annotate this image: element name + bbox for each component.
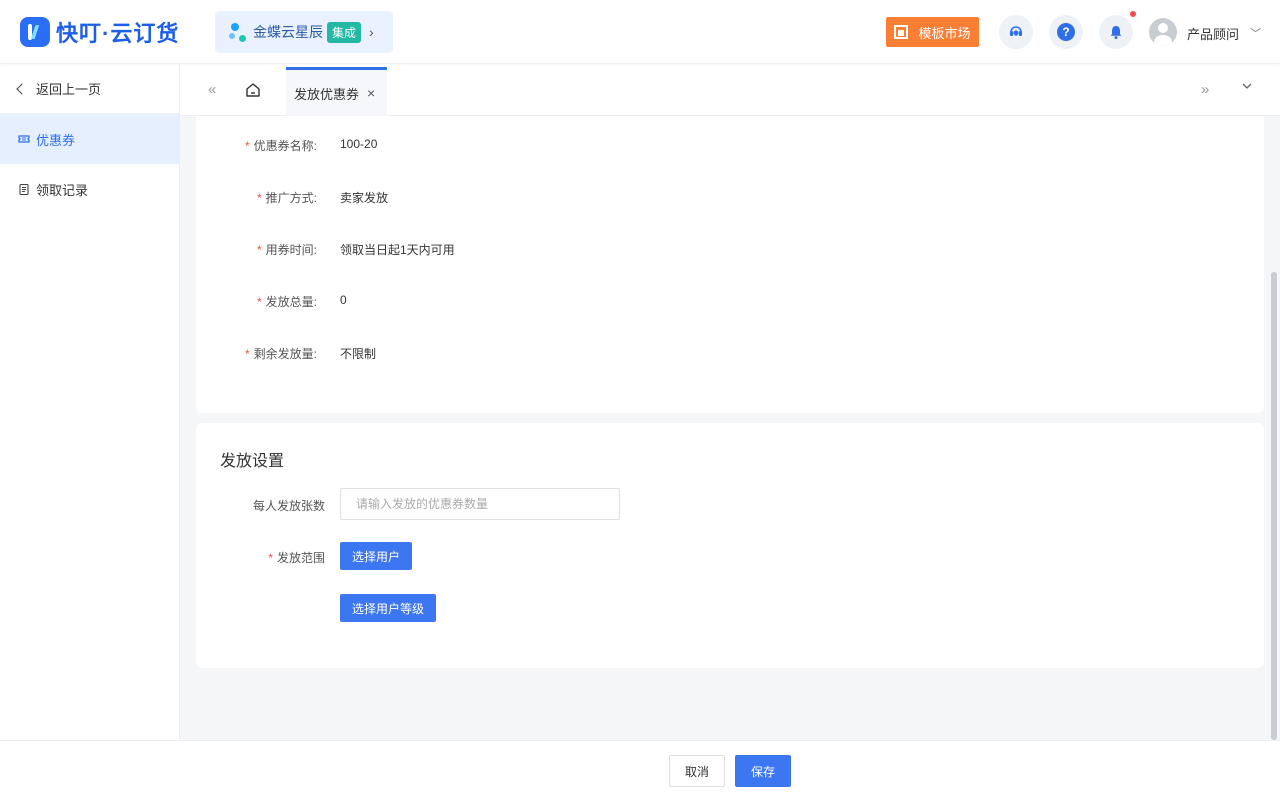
template-market-button[interactable]: 模板市场 — [886, 17, 979, 47]
field-label: * 推广方式: — [256, 191, 317, 205]
tab-issue-coupon[interactable]: 发放优惠券 × — [286, 67, 387, 116]
footer-actions: 取消 保存 — [0, 740, 1280, 800]
cancel-button[interactable]: 取消 — [669, 755, 725, 787]
logo-text: 快叮·云订货 — [56, 21, 180, 46]
chevron-left-icon — [16, 82, 28, 95]
user-name[interactable]: 产品顾问 — [1187, 24, 1239, 43]
sidebar-item-claim-records[interactable]: 领取记录 — [0, 164, 179, 214]
integration-badge: 集成 — [327, 21, 362, 43]
close-icon[interactable]: × — [367, 85, 375, 101]
per-person-label: 每人发放张数 — [252, 499, 325, 513]
usage-time-value: 领取当日起1天内可用 — [340, 243, 455, 257]
remaining-quantity-label-wrap: * 剩余发放量: — [196, 342, 317, 362]
scope-label-wrap: * 发放范围 — [204, 546, 325, 566]
sidebar-item-label: 领取记录 — [36, 182, 89, 198]
notification-button[interactable] — [1099, 15, 1133, 49]
help-button[interactable]: ? — [1049, 15, 1083, 49]
double-chevron-left-icon[interactable]: « — [208, 81, 216, 98]
required-mark: * — [256, 191, 262, 205]
home-icon[interactable] — [244, 81, 262, 99]
usage-time-label-wrap: * 用券时间: — [196, 238, 317, 258]
notification-dot — [1130, 11, 1136, 17]
field-label: * 剩余发放量: — [244, 347, 317, 361]
remaining-quantity-value: 不限制 — [340, 347, 377, 361]
required-mark: * — [256, 243, 262, 257]
clipboard-icon — [19, 183, 29, 195]
coupon-name-value: 100-20 — [340, 137, 378, 151]
required-mark: * — [268, 551, 273, 565]
sidebar-item-label: 优惠券 — [36, 132, 76, 148]
select-user-levels-button[interactable]: 选择用户等级 — [340, 594, 437, 622]
tab-bar: « 发放优惠券 × » — [180, 64, 1280, 116]
sidebar: 返回上一页 优惠券 领取记录 — [0, 64, 180, 740]
template-market-label: 模板市场 — [918, 25, 971, 41]
promo-method-value: 卖家发放 — [340, 191, 389, 205]
coupon-name-label-wrap: * 优惠券名称: — [196, 134, 317, 154]
user-avatar[interactable] — [1149, 18, 1177, 46]
coupon-info-card: * 优惠券名称: 100-20 * 推广方式: 卖家发放 * 用券时间: 领取当日起1… — [196, 116, 1264, 413]
chevron-right-icon: › — [369, 24, 374, 40]
brand-dots-icon — [229, 21, 249, 43]
field-label: * 优惠券名称: — [244, 139, 317, 153]
required-mark: * — [256, 295, 262, 309]
back-label: 返回上一页 — [36, 82, 102, 97]
per-person-label-wrap: 每人发放张数 — [204, 494, 325, 514]
app-logo[interactable]: 快叮·云订货 — [20, 16, 179, 48]
required-mark: * — [244, 139, 250, 153]
chevron-down-icon[interactable] — [1241, 80, 1253, 92]
required-mark: * — [244, 347, 250, 361]
scrollbar-thumb[interactable] — [1271, 272, 1277, 740]
field-label: * 用券时间: — [256, 243, 317, 257]
chevron-down-icon[interactable]: ﹀ — [1250, 25, 1261, 41]
field-label: * 发放范围 — [268, 551, 325, 565]
customer-service-icon — [1010, 26, 1022, 36]
sidebar-item-coupons[interactable]: 优惠券 — [0, 114, 179, 164]
total-quantity-value: 0 — [340, 293, 347, 307]
bell-icon — [1110, 26, 1122, 40]
customer-service-button[interactable] — [999, 15, 1033, 49]
integration-brand-chip[interactable]: 金蝶云星辰 集成 › — [215, 11, 393, 53]
back-button[interactable]: 返回上一页 — [0, 64, 179, 114]
template-icon — [894, 25, 909, 39]
double-chevron-right-icon[interactable]: » — [1201, 81, 1209, 98]
logo-icon — [20, 17, 50, 47]
field-label: * 发放总量: — [256, 295, 317, 309]
section-title: 发放设置 — [220, 453, 285, 470]
brand-name: 金蝶云星辰 — [253, 24, 323, 40]
distribution-settings-card: 发放设置 每人发放张数 *发放范围 选择用户 选择用户等级 — [196, 423, 1264, 668]
tab-label: 发放优惠券 — [294, 86, 360, 102]
ticket-icon — [18, 135, 30, 143]
help-icon: ? — [1057, 23, 1075, 41]
promo-method-label-wrap: * 推广方式: — [196, 186, 317, 206]
top-header: 快叮·云订货 金蝶云星辰 集成 › 模板市场 ? 产品顾问 ﹀ — [0, 0, 1280, 64]
total-quantity-label-wrap: * 发放总量: — [196, 290, 317, 310]
save-button[interactable]: 保存 — [735, 755, 791, 787]
select-users-button[interactable]: 选择用户 — [340, 542, 413, 570]
per-person-quantity-input[interactable] — [340, 488, 620, 520]
